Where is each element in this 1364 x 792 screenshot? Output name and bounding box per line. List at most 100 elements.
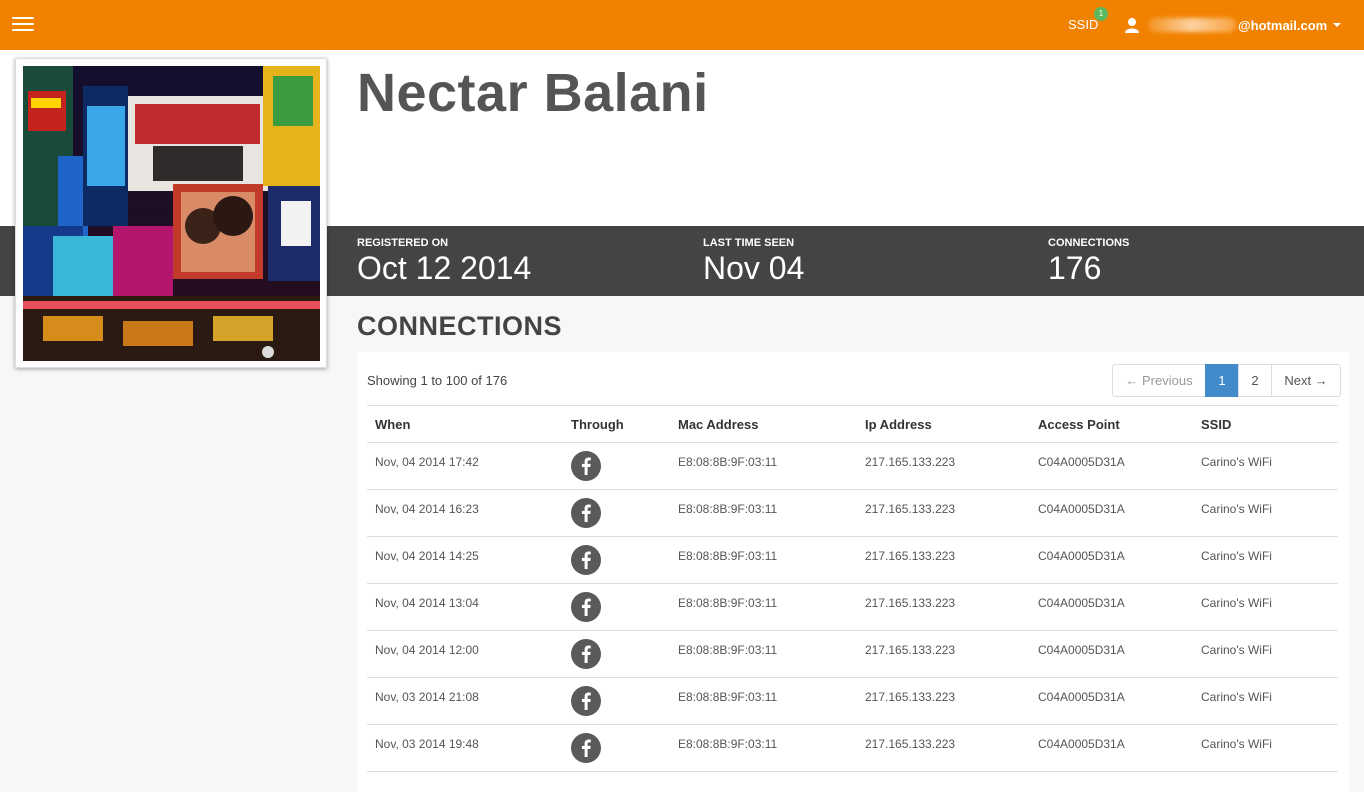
cell-when-text: Nov, 04 2014 16:23 [375,502,479,516]
cell-ip-address-text: 217.165.133.223 [865,596,956,610]
cell-access-point: C04A0005D31A [1030,583,1193,631]
cell-access-point-text: C04A0005D31A [1038,737,1125,751]
stat-last-seen-value: Nov 04 [703,250,805,286]
cell-ip-address-text: 217.165.133.223 [865,737,956,751]
cell-through [563,724,670,772]
cell-ip-address-text: 217.165.133.223 [865,455,956,469]
cell-ssid-text: Carino's WiFi [1201,502,1272,516]
cell-mac-address: E8:08:8B:9F:03:11 [670,536,857,584]
cell-when: Nov, 04 2014 17:42 [367,442,563,490]
facebook-icon [571,639,601,669]
cell-access-point-text: C04A0005D31A [1038,690,1125,704]
cell-ssid: Carino's WiFi [1193,583,1338,631]
cell-through [563,583,670,631]
page-title: Nectar Balani [357,63,709,123]
cell-mac-address-text: E8:08:8B:9F:03:11 [678,643,778,657]
cell-access-point-text: C04A0005D31A [1038,549,1125,563]
cell-access-point: C04A0005D31A [1030,442,1193,490]
stat-connections-value: 176 [1048,250,1102,286]
cell-through [563,630,670,678]
connections-panel: Showing 1 to 100 of 176 ← Previous 1 2 N… [357,352,1349,792]
user-icon [1125,18,1139,33]
ssid-count-badge: 1 [1094,7,1108,21]
cell-when-text: Nov, 04 2014 12:00 [375,643,479,657]
pagination-page-1[interactable]: 1 [1205,364,1239,397]
pagination-page-2[interactable]: 2 [1238,364,1272,397]
profile-photo-image [23,66,320,361]
cell-through [563,442,670,490]
cell-when: Nov, 03 2014 19:48 [367,724,563,772]
profile-photo [23,66,320,361]
hamburger-icon[interactable] [12,15,34,33]
cell-when-text: Nov, 04 2014 13:04 [375,596,479,610]
cell-when-text: Nov, 03 2014 21:08 [375,690,479,704]
connections-table: When Through Mac Address Ip Address Acce… [367,405,1338,772]
pagination-next[interactable]: Next → [1271,364,1341,397]
cell-through [563,677,670,725]
chevron-down-icon [1333,23,1342,27]
cell-mac-address-text: E8:08:8B:9F:03:11 [678,596,778,610]
cell-mac-address-text: E8:08:8B:9F:03:11 [678,690,778,704]
facebook-icon [571,592,601,622]
cell-when-text: Nov, 03 2014 19:48 [375,737,479,751]
col-ip-address[interactable]: Ip Address [857,405,1030,443]
table-header-row: When Through Mac Address Ip Address Acce… [367,405,1338,443]
table-row[interactable]: Nov, 04 2014 17:42 E8:08:8B:9F:03:11 217.1… [367,442,1338,490]
stat-connections: CONNECTIONS 176 [1048,237,1129,287]
col-ssid[interactable]: SSID [1193,405,1338,443]
cell-ip-address: 217.165.133.223 [857,442,1030,490]
table-row[interactable]: Nov, 04 2014 12:00 E8:08:8B:9F:03:11 217.1… [367,630,1338,678]
cell-access-point: C04A0005D31A [1030,489,1193,537]
cell-ssid: Carino's WiFi [1193,630,1338,678]
cell-ssid: Carino's WiFi [1193,724,1338,772]
cell-when: Nov, 04 2014 13:04 [367,583,563,631]
cell-mac-address: E8:08:8B:9F:03:11 [670,442,857,490]
facebook-icon [571,545,601,575]
cell-ip-address-text: 217.165.133.223 [865,643,956,657]
table-row[interactable]: Nov, 04 2014 13:04 E8:08:8B:9F:03:11 217.1… [367,583,1338,631]
cell-ip-address: 217.165.133.223 [857,724,1030,772]
cell-ip-address-text: 217.165.133.223 [865,549,956,563]
cell-ssid-text: Carino's WiFi [1201,643,1272,657]
table-row[interactable]: Nov, 03 2014 21:08 E8:08:8B:9F:03:11 217.1… [367,677,1338,725]
showing-count: Showing 1 to 100 of 176 [367,373,508,388]
cell-ip-address-text: 217.165.133.223 [865,502,956,516]
stat-registered-value: Oct 12 2014 [357,250,532,286]
cell-mac-address: E8:08:8B:9F:03:11 [670,677,857,725]
cell-ip-address: 217.165.133.223 [857,630,1030,678]
cell-access-point: C04A0005D31A [1030,724,1193,772]
col-access-point[interactable]: Access Point [1030,405,1193,443]
table-row[interactable]: Nov, 04 2014 14:25 E8:08:8B:9F:03:11 217.1… [367,536,1338,584]
stat-last-seen: LAST TIME SEEN Nov 04 [703,237,804,287]
pagination: ← Previous 1 2 Next → [1112,364,1341,397]
user-menu-dropdown[interactable]: @hotmail.com [1124,16,1342,34]
cell-when: Nov, 04 2014 12:00 [367,630,563,678]
cell-access-point: C04A0005D31A [1030,630,1193,678]
table-row[interactable]: Nov, 03 2014 19:48 E8:08:8B:9F:03:11 217.1… [367,724,1338,772]
cell-access-point-text: C04A0005D31A [1038,455,1125,469]
cell-ip-address: 217.165.133.223 [857,489,1030,537]
user-email: @hotmail.com [1238,17,1328,33]
cell-ssid-text: Carino's WiFi [1201,549,1272,563]
cell-when: Nov, 03 2014 21:08 [367,677,563,725]
cell-mac-address-text: E8:08:8B:9F:03:11 [678,737,778,751]
cell-ssid-text: Carino's WiFi [1201,455,1272,469]
cell-through [563,536,670,584]
pagination-previous[interactable]: ← Previous [1112,364,1206,397]
facebook-icon [571,686,601,716]
cell-when-text: Nov, 04 2014 14:25 [375,549,479,563]
cell-ip-address-text: 217.165.133.223 [865,690,956,704]
cell-mac-address: E8:08:8B:9F:03:11 [670,583,857,631]
ssid-menu-link[interactable]: SSID [1068,17,1098,32]
cell-when-text: Nov, 04 2014 17:42 [375,455,479,469]
cell-ip-address: 217.165.133.223 [857,536,1030,584]
col-when[interactable]: When [367,405,563,443]
table-row[interactable]: Nov, 04 2014 16:23 E8:08:8B:9F:03:11 217.1… [367,489,1338,537]
cell-mac-address: E8:08:8B:9F:03:11 [670,724,857,772]
cell-mac-address-text: E8:08:8B:9F:03:11 [678,549,778,563]
cell-ssid-text: Carino's WiFi [1201,690,1272,704]
col-through[interactable]: Through [563,405,670,443]
cell-mac-address-text: E8:08:8B:9F:03:11 [678,455,778,469]
col-mac-address[interactable]: Mac Address [670,405,857,443]
facebook-icon [571,733,601,763]
